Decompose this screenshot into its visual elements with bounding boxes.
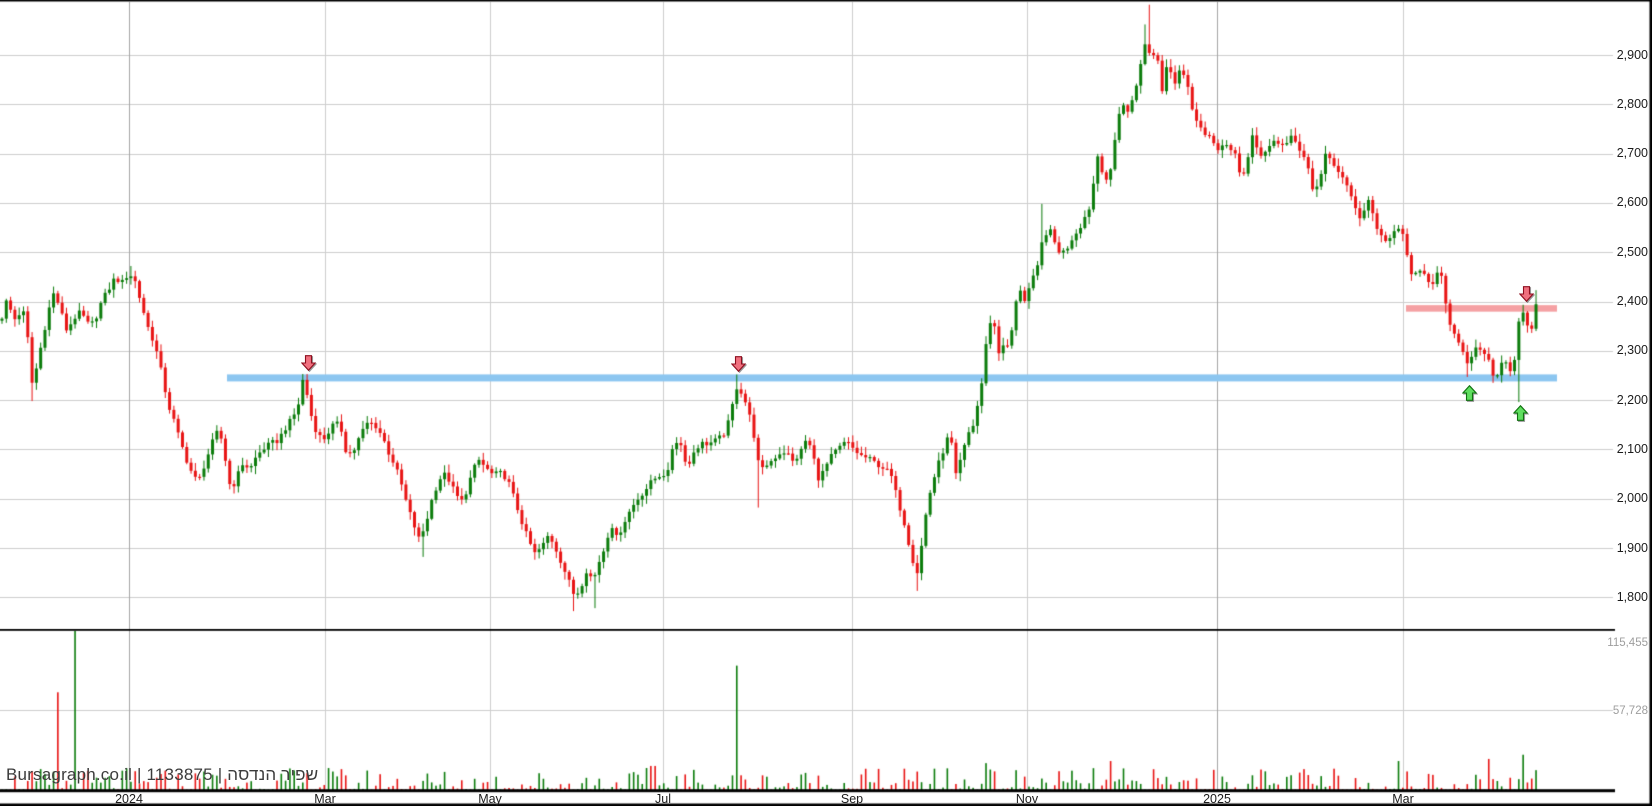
candlestick-volume-chart-canvas[interactable] xyxy=(0,0,1652,806)
branding-watermark: Bursagraph.co.il | 1133875 | שפיר הנדסה xyxy=(6,765,319,784)
price-tick-label: 2,300 xyxy=(1616,343,1648,358)
bursagraph-chart-window: 2,900 2,800 2,700 2,600 2,500 2,400 2,300 2,200… xyxy=(0,0,1652,806)
price-tick-label: 2,600 xyxy=(1616,195,1648,210)
price-tick-label: 2,100 xyxy=(1616,441,1648,456)
price-tick-label: 2,900 xyxy=(1616,47,1648,62)
volume-tick-label: 57,728 xyxy=(1612,705,1648,717)
year-tick-label: 2024 xyxy=(115,792,143,806)
year-tick-label: 2025 xyxy=(1203,792,1231,806)
price-tick-label: 2,400 xyxy=(1616,294,1648,308)
month-tick-label: Mar xyxy=(314,792,336,806)
resistance-line[interactable] xyxy=(1406,305,1557,312)
price-tick-label: 2,800 xyxy=(1616,96,1648,111)
volume-tick-label: 115,455 xyxy=(1607,637,1648,649)
price-tick-label: 2,500 xyxy=(1616,244,1648,259)
month-tick-label: Jul xyxy=(655,792,671,806)
month-tick-label: Sep xyxy=(840,792,864,806)
price-tick-label: 1,800 xyxy=(1616,589,1648,604)
sell-signal-arrow-icon[interactable] xyxy=(730,356,746,372)
price-tick-label: 2,000 xyxy=(1616,491,1648,506)
price-tick-label: 2,700 xyxy=(1616,146,1648,161)
price-tick-label: 1,900 xyxy=(1616,540,1648,555)
sell-signal-arrow-icon[interactable] xyxy=(300,354,316,371)
support-line[interactable] xyxy=(227,374,1557,381)
month-tick-label: Mar xyxy=(1392,792,1414,806)
price-tick-label: 2,200 xyxy=(1616,392,1648,407)
sell-signal-arrow-icon[interactable] xyxy=(1518,286,1534,303)
buy-signal-arrow-icon[interactable] xyxy=(1461,385,1477,402)
month-tick-label: Nov xyxy=(1015,792,1039,806)
month-tick-label: May xyxy=(478,792,502,806)
buy-signal-arrow-icon[interactable] xyxy=(1512,405,1528,421)
